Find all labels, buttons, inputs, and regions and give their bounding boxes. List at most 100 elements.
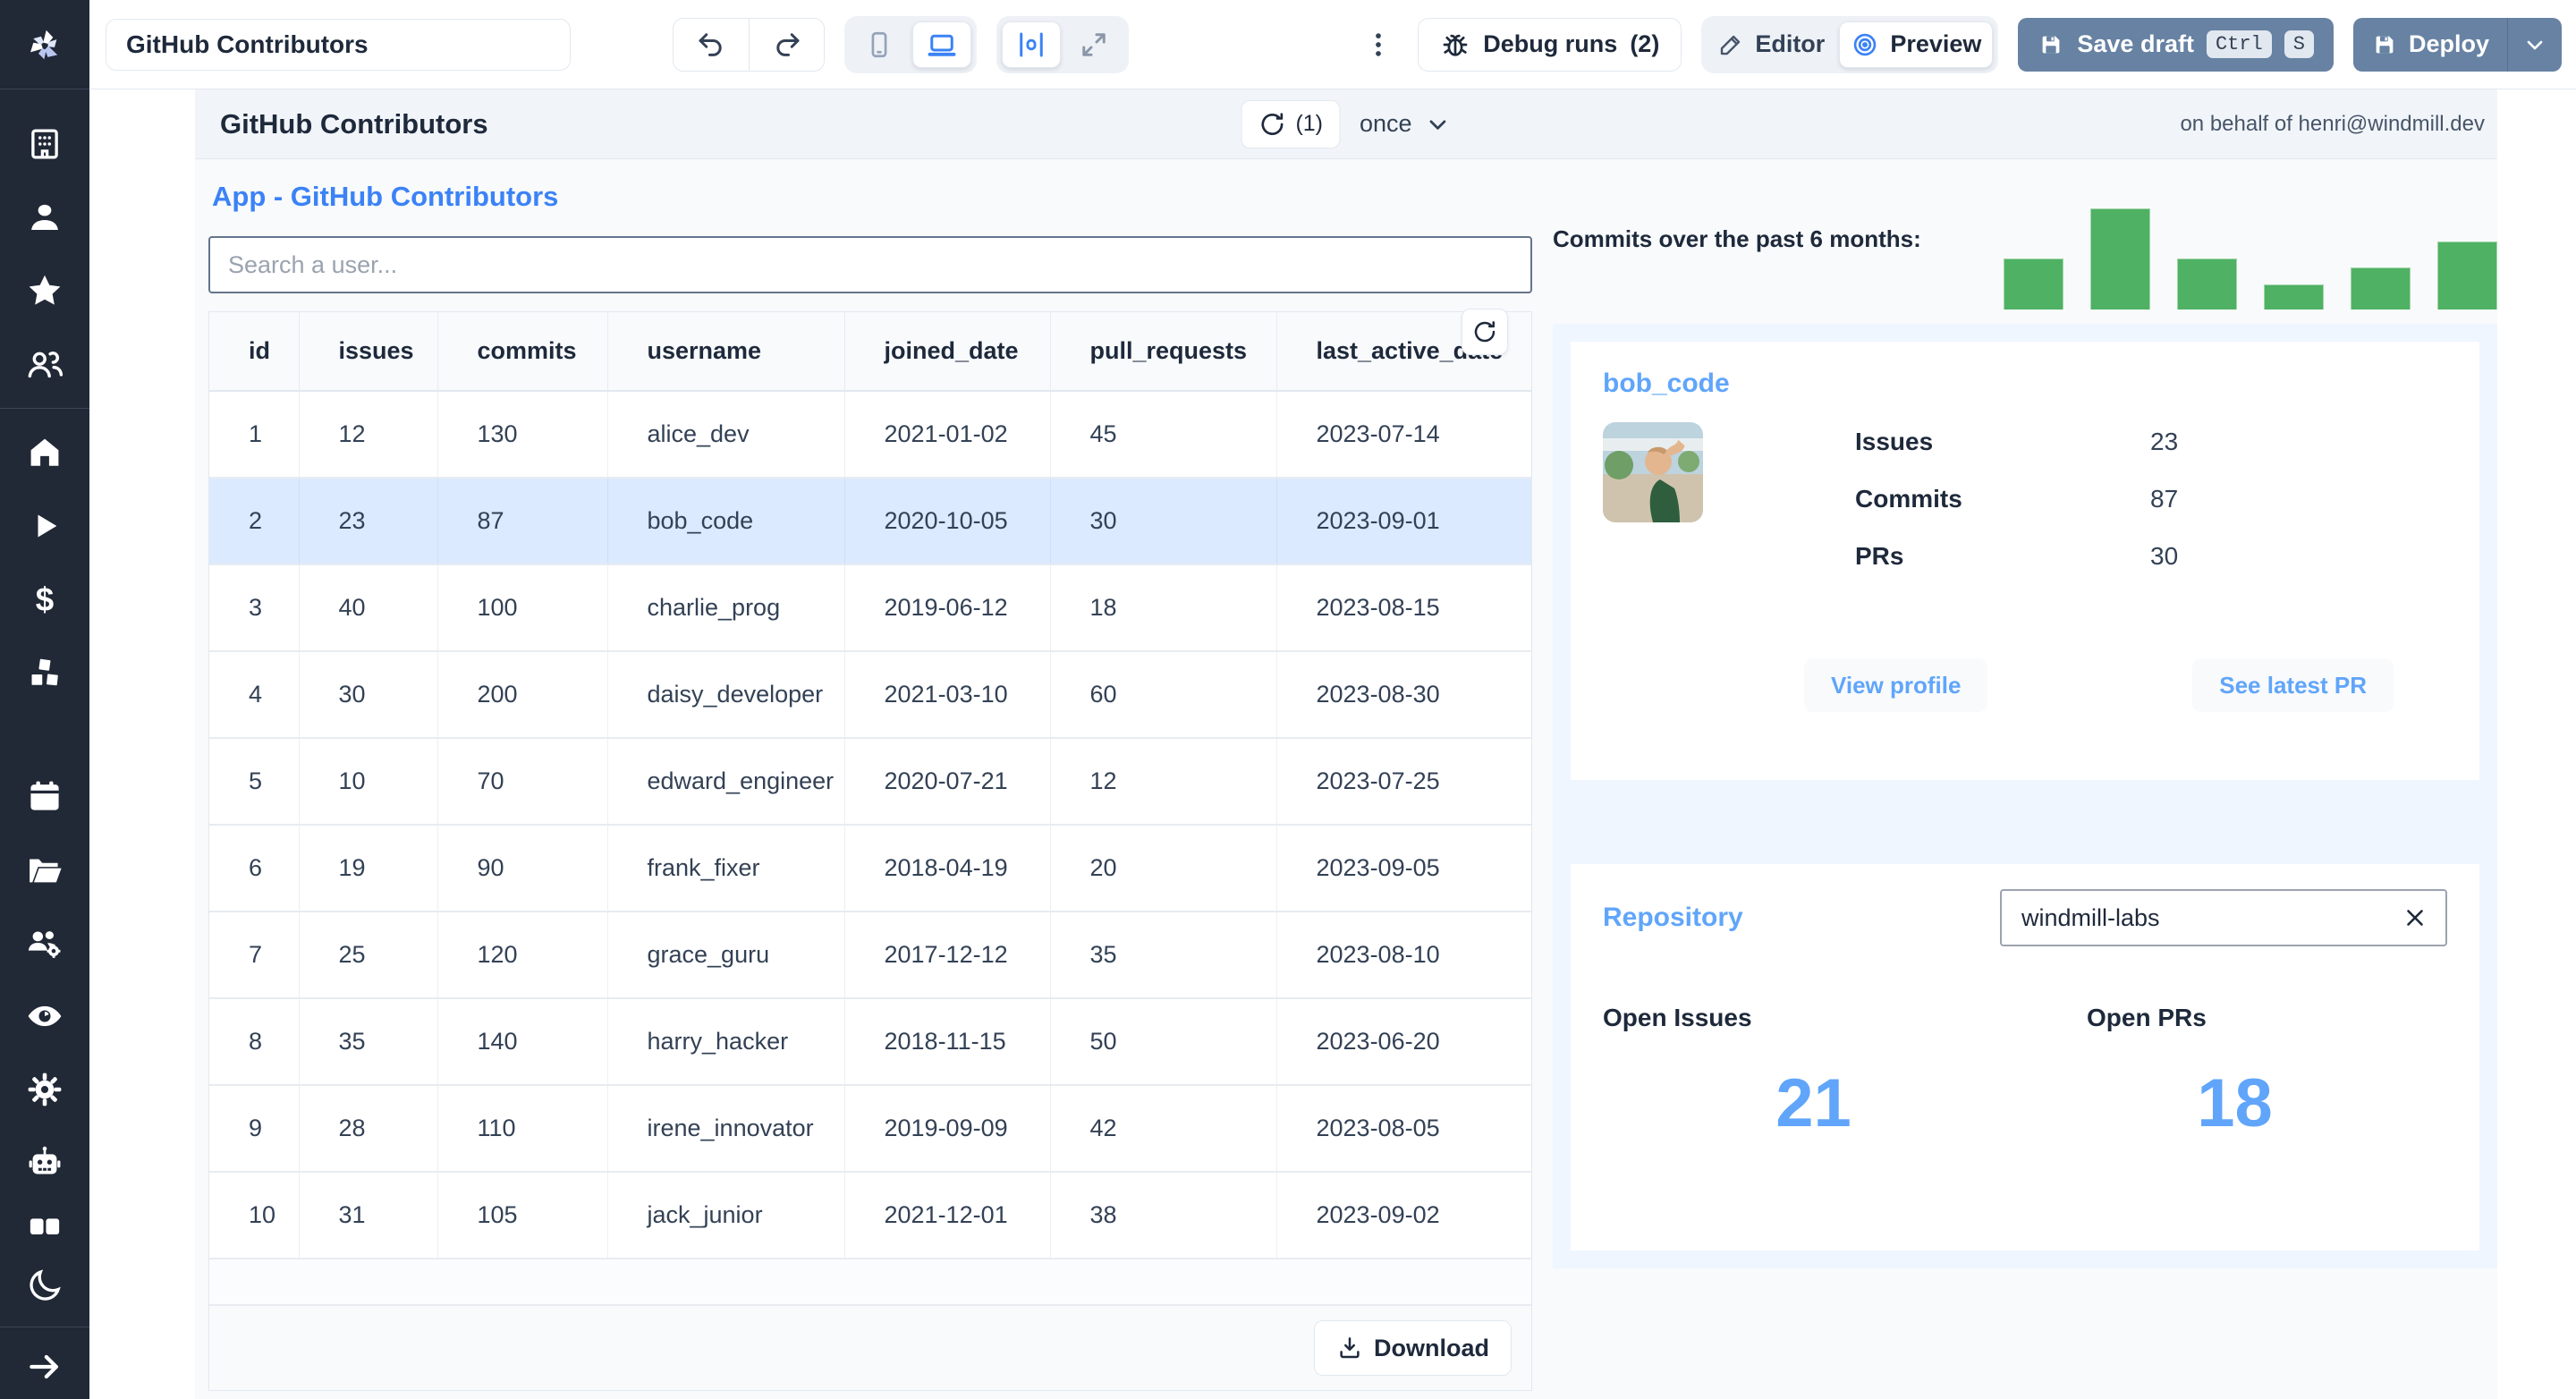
search-user-input[interactable]	[208, 236, 1532, 293]
table-cell: 45	[1050, 391, 1277, 479]
deploy-split-button: Deploy	[2352, 17, 2562, 72]
centered-width-button[interactable]	[1002, 21, 1061, 68]
table-row[interactable]: 3 40 100 charlie_prog 2019-06-12 18 2023-08-15	[209, 564, 1531, 652]
table-cell: 35	[299, 998, 438, 1086]
sidebar-item-home[interactable]	[0, 416, 89, 489]
table-row[interactable]: 2 23 87 bob_code 2020-10-05 30 2023-09-01	[209, 478, 1531, 565]
table-row[interactable]: 9 28 110 irene_innovator 2019-09-09 42 2023-08…	[209, 1085, 1531, 1173]
pencil-icon	[1721, 35, 1741, 55]
more-options-button[interactable]	[1359, 19, 1398, 71]
fullscreen-button[interactable]	[1064, 21, 1123, 68]
undo-redo-group	[673, 17, 825, 72]
table-cell: charlie_prog	[607, 564, 845, 652]
stat-label: Issues	[1855, 428, 1934, 455]
app-refresh-count: (1)	[1295, 111, 1323, 136]
table-cell: 1	[209, 391, 300, 479]
table-cell: 60	[1050, 651, 1277, 739]
sidebar-item-audit[interactable]	[0, 979, 89, 1053]
svg-text:$: $	[36, 581, 54, 617]
table-refresh-button[interactable]	[1462, 309, 1508, 355]
debug-runs-button[interactable]: Debug runs (2)	[1418, 17, 1682, 72]
table-empty-row	[209, 1259, 1531, 1306]
sidebar-item-user[interactable]	[0, 181, 89, 254]
sidebar-item-theme-toggle[interactable]	[0, 1257, 89, 1314]
expand-icon	[1082, 32, 1106, 56]
table-cell: 2018-04-19	[844, 825, 1051, 912]
preview-tab[interactable]: Preview	[1839, 21, 1994, 68]
desktop-view-button[interactable]	[912, 21, 971, 68]
stat-row: Commits 87	[1855, 485, 2447, 513]
table-cell: 2018-11-15	[844, 998, 1051, 1086]
bug-icon	[1443, 34, 1468, 56]
table-row[interactable]: 5 10 70 edward_engineer 2020-07-21 12 2023-07-…	[209, 738, 1531, 826]
column-header: joined_date	[844, 312, 1051, 392]
preview-target-icon	[1854, 33, 1877, 55]
kbd-s: S	[2284, 30, 2314, 58]
mobile-view-button[interactable]	[850, 21, 909, 68]
sidebar-item-folders[interactable]	[0, 833, 89, 906]
sidebar-item-docs[interactable]	[0, 1200, 89, 1257]
table-cell: 2021-03-10	[844, 651, 1051, 739]
table-row[interactable]: 8 35 140 harry_hacker 2018-11-15 50 2023-06-20	[209, 998, 1531, 1086]
undo-button[interactable]	[674, 19, 749, 71]
table-cell: 140	[437, 998, 608, 1086]
stat-value: 23	[2150, 428, 2179, 455]
app-refresh-button[interactable]: (1)	[1241, 99, 1340, 148]
user-card: bob_code Issues 23 Commits 87 PRs 30 Vie…	[1571, 342, 2479, 780]
redo-button[interactable]	[749, 18, 824, 71]
sidebar-item-variables[interactable]: $	[0, 563, 89, 636]
table-cell: harry_hacker	[607, 998, 845, 1086]
table-row[interactable]: 4 30 200 daisy_developer 2021-03-10 60 2023-08…	[209, 651, 1531, 739]
app-title-input[interactable]	[106, 18, 571, 71]
table-row[interactable]: 1 12 130 alice_dev 2021-01-02 45 2023-07-14	[209, 391, 1531, 479]
preview-tab-label: Preview	[1890, 30, 1982, 57]
debug-runs-label: Debug runs	[1483, 30, 1618, 57]
table-cell: 2	[209, 478, 300, 565]
arrow-right-icon	[30, 1354, 58, 1379]
download-button[interactable]: Download	[1314, 1320, 1512, 1376]
sidebar-item-resources[interactable]	[0, 636, 89, 709]
sidebar-expand[interactable]	[0, 1335, 89, 1399]
column-header: issues	[299, 312, 438, 392]
commit-bar	[2090, 208, 2150, 309]
sidebar-item-favorites[interactable]	[0, 254, 89, 327]
table-row[interactable]: 10 31 105 jack_junior 2021-12-01 38 2023-09-02	[209, 1172, 1531, 1259]
table-cell: 90	[437, 825, 608, 912]
sidebar-item-ai[interactable]	[0, 1126, 89, 1200]
open-issues-label: Open Issues	[1603, 1004, 1752, 1031]
table-cell: 2019-06-12	[844, 564, 1051, 652]
table-cell: 2023-09-01	[1276, 478, 1531, 565]
table-cell: 105	[437, 1172, 608, 1259]
sidebar-item-settings[interactable]	[0, 1053, 89, 1126]
save-draft-button[interactable]: Save draft Ctrl S	[2018, 17, 2334, 72]
open-prs-value: 18	[2197, 1065, 2273, 1141]
table-body: 1 12 130 alice_dev 2021-01-02 45 2023-07-14 2 23…	[209, 391, 1531, 1259]
deploy-dropdown-button[interactable]	[2507, 17, 2562, 72]
sidebar-item-members[interactable]	[0, 327, 89, 401]
sidebar-item-runs[interactable]	[0, 489, 89, 563]
windmill-logo[interactable]	[0, 0, 89, 89]
undo-icon	[699, 32, 722, 56]
sidebar-item-schedules[interactable]	[0, 759, 89, 833]
table-cell: 3	[209, 564, 300, 652]
table-cell: 20	[1050, 825, 1277, 912]
see-latest-pr-button[interactable]: See latest PR	[2192, 658, 2394, 712]
editor-tab[interactable]: Editor	[1707, 21, 1835, 68]
deploy-button[interactable]: Deploy	[2353, 18, 2507, 72]
table-cell: 2023-08-15	[1276, 564, 1531, 652]
table-cell: 2023-06-20	[1276, 998, 1531, 1086]
commit-bar	[2177, 259, 2237, 309]
repository-clear-button[interactable]	[2397, 900, 2433, 936]
table-row[interactable]: 6 19 90 frank_fixer 2018-04-19 20 2023-09-05	[209, 825, 1531, 912]
home-icon	[30, 438, 59, 466]
sidebar-item-workspace[interactable]	[0, 107, 89, 181]
table-cell: 2023-08-30	[1276, 651, 1531, 739]
building-icon	[31, 129, 58, 159]
table-row[interactable]: 7 25 120 grace_guru 2017-12-12 35 2023-08-10	[209, 911, 1531, 999]
table-cell: 130	[437, 391, 608, 479]
view-profile-button[interactable]: View profile	[1804, 658, 1988, 712]
contributors-table: id issues commits username joined_date pull_r…	[208, 309, 1532, 1391]
schedule-dropdown[interactable]: once	[1360, 110, 1452, 138]
repository-input[interactable]	[2000, 889, 2447, 946]
sidebar-item-groups[interactable]	[0, 906, 89, 979]
